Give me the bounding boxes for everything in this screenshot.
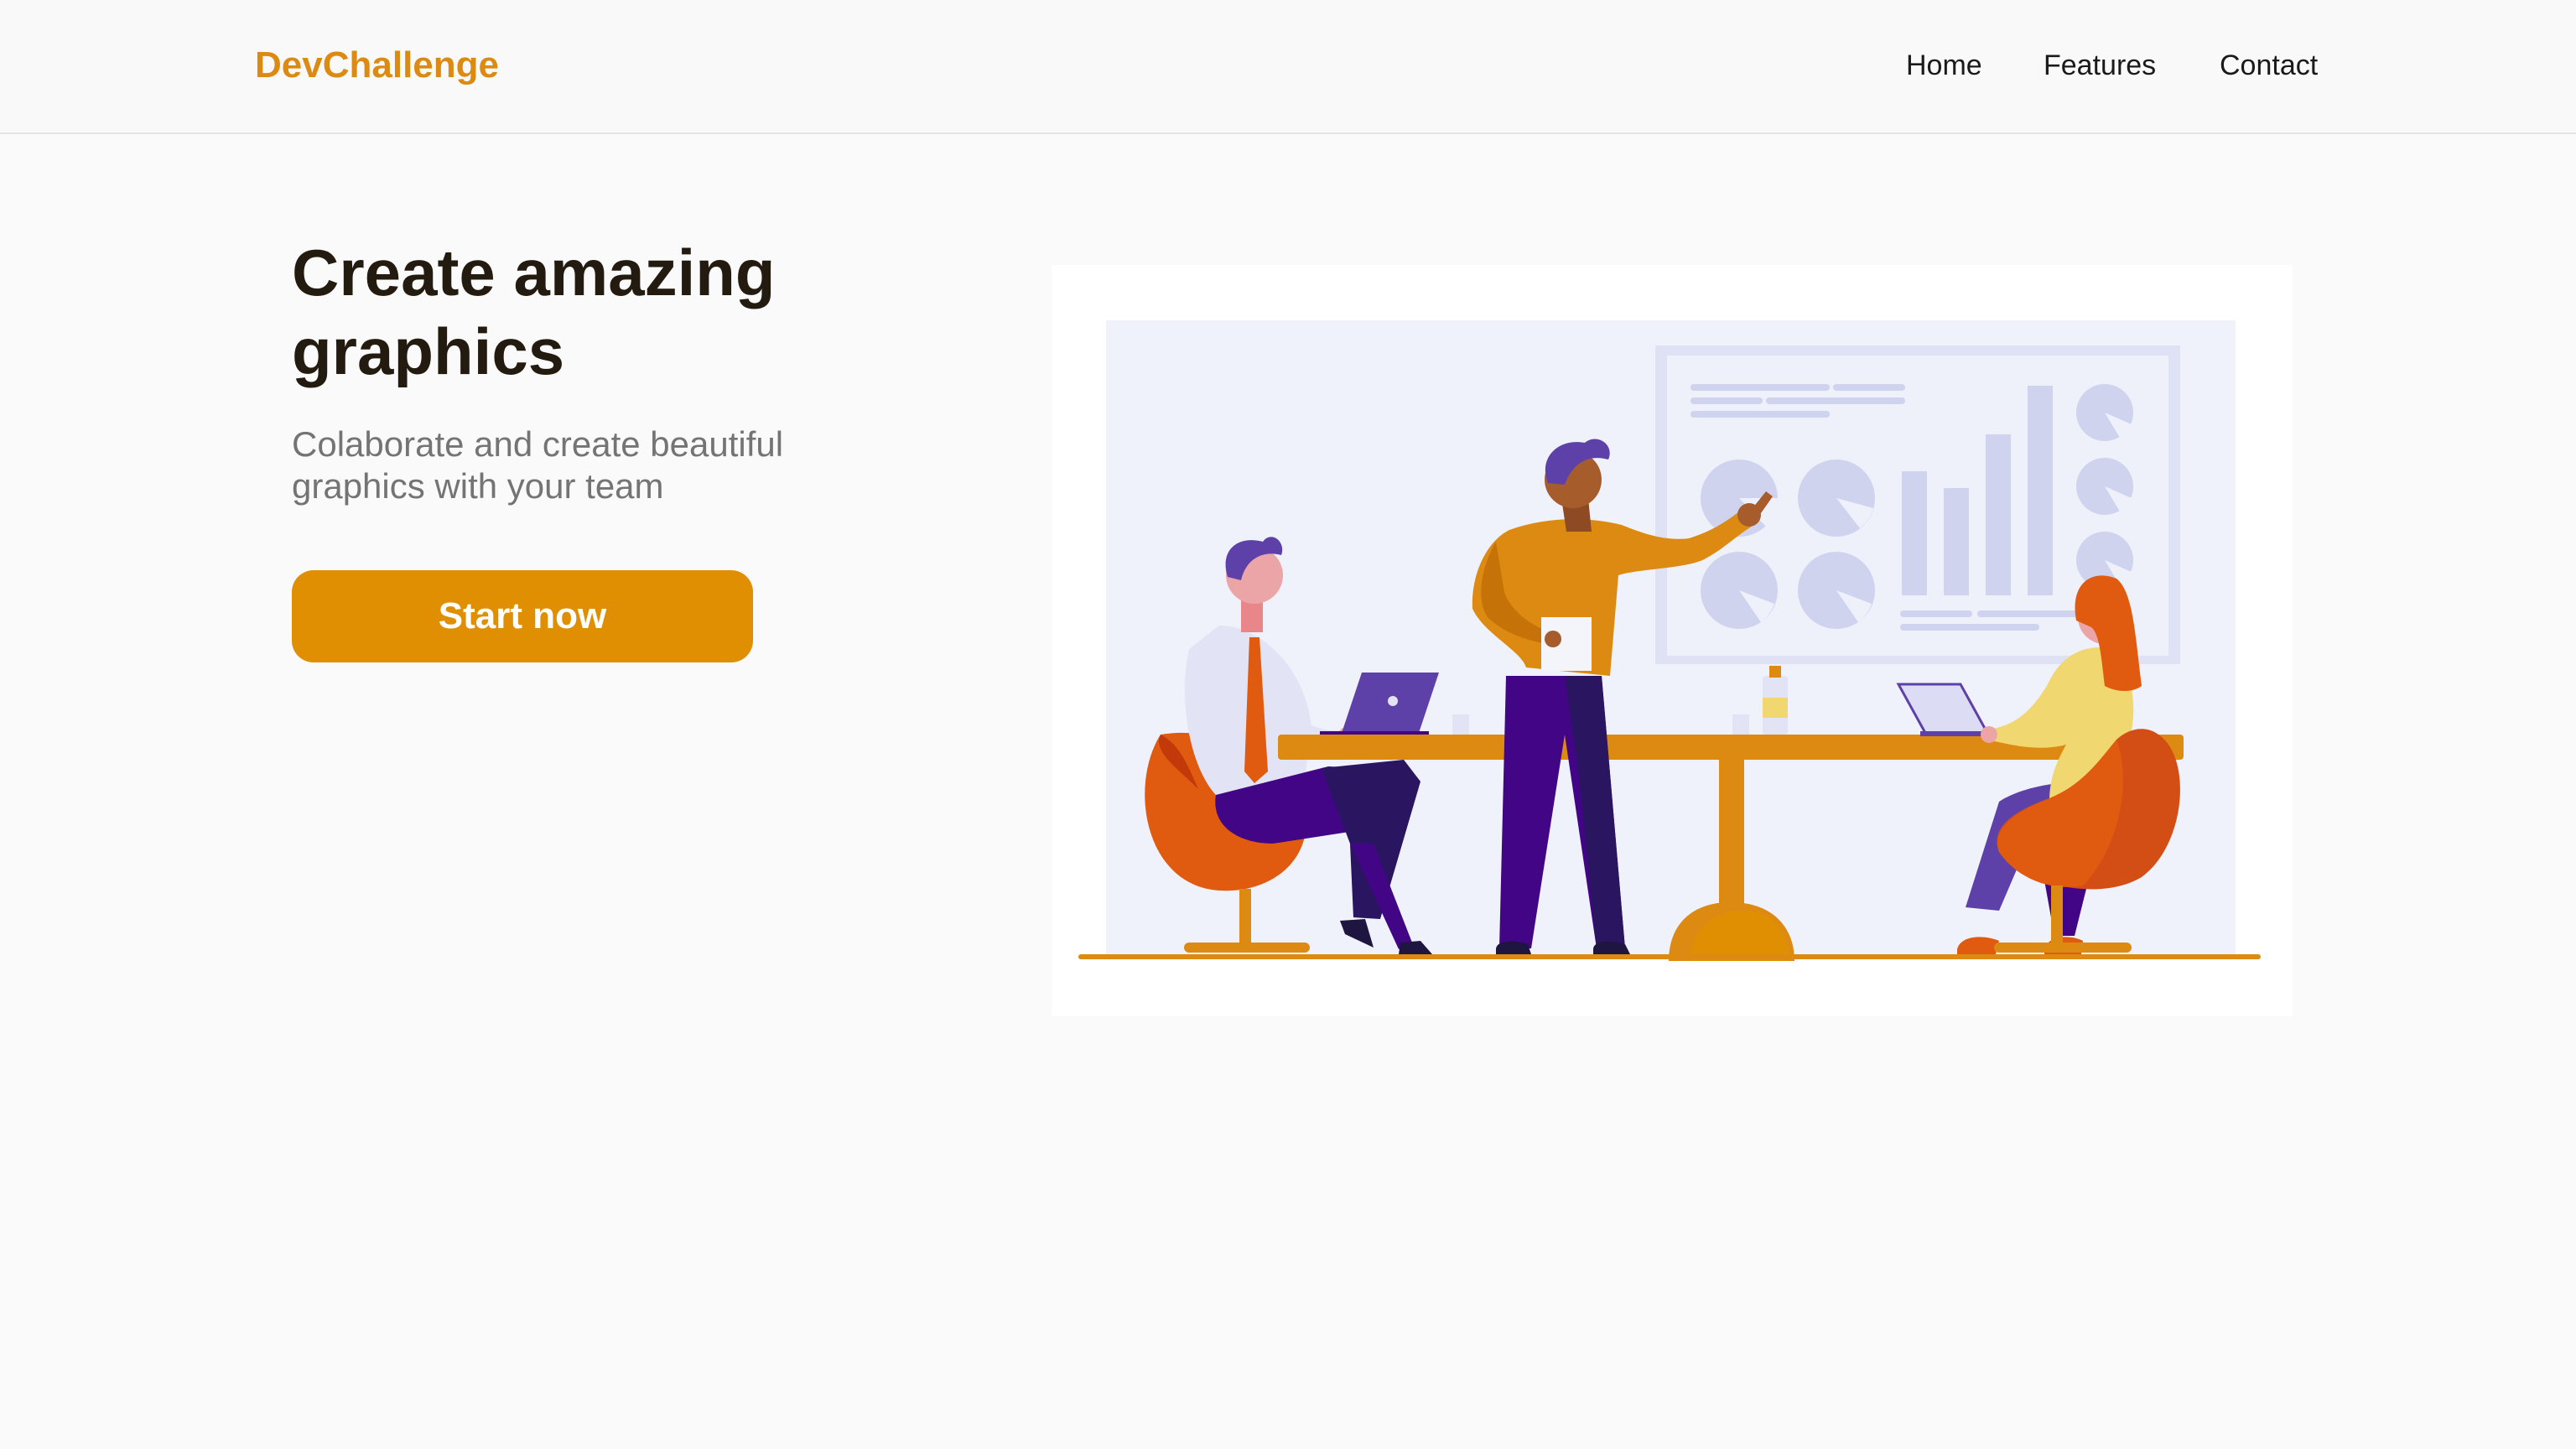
floor-line: [1078, 954, 2261, 959]
hero-title: Create amazing graphics: [292, 236, 776, 388]
illustration-card: [1052, 265, 2293, 1016]
navbar: DevChallenge Home Features Contact: [0, 0, 2576, 134]
team-meeting-illustration: [1078, 320, 2261, 961]
start-now-button[interactable]: Start now: [292, 570, 753, 662]
nav-link-contact[interactable]: Contact: [2220, 42, 2318, 89]
hero-subtitle: Colaborate and create beautiful graphics…: [292, 424, 784, 506]
nav-link-features[interactable]: Features: [2044, 42, 2156, 89]
logo[interactable]: DevChallenge: [255, 39, 499, 92]
nav-link-home[interactable]: Home: [1906, 42, 1982, 89]
